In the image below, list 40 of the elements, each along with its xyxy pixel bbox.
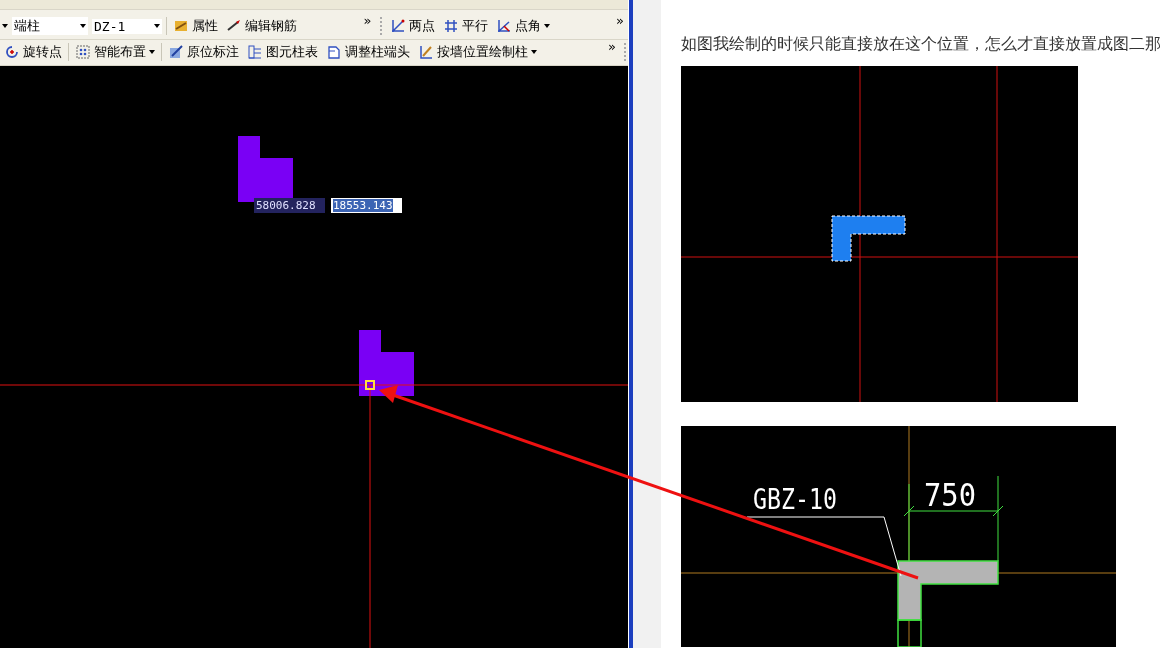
toolbar-button[interactable]: 点角 [493,16,552,37]
rotate-icon [4,44,20,61]
coordinate-field[interactable]: 58006.828 [254,198,325,213]
column-shape [238,136,293,202]
toolbar-button[interactable]: 平行 [440,16,490,37]
toolbar-button[interactable]: 调整柱端头 [324,42,412,63]
toolbar-button[interactable]: 旋转点 [2,42,64,63]
toolbar-button[interactable]: 原位标注 [166,42,241,63]
pen-icon [418,44,434,61]
post-text: 如图我绘制的时候只能直接放在这个位置，怎么才直接放置成图二那 [681,33,1161,55]
caret-icon [2,24,8,29]
angle-icon [495,18,512,35]
caret-icon [154,24,160,29]
overflow-button[interactable]: » [604,39,620,54]
dropdown-field[interactable]: 端柱 [12,17,88,36]
toolbar-button[interactable]: 两点 [387,16,437,37]
line-icon [389,18,406,35]
column-shape [359,330,414,396]
document-icon [326,44,342,61]
grid-icon [75,44,91,61]
grid-icon [442,18,459,35]
column-label: GBZ-10 [753,482,858,516]
caret-icon [543,24,550,29]
overflow-button[interactable]: » [612,13,628,28]
caret-icon [531,50,537,55]
toolbar-button[interactable]: 智能布置 [73,42,157,63]
table-icon [247,44,263,61]
overflow-button[interactable]: » [359,13,376,28]
toolbar-button[interactable]: 编辑钢筋 [224,16,299,37]
coordinate-field[interactable]: 18553.143 [331,198,402,213]
dropdown-field[interactable]: DZ-1 [92,18,162,34]
caret-icon [80,24,86,29]
dimension-value: 750 [924,476,982,514]
caret-icon [149,50,155,55]
column-outline [897,619,922,647]
pen-icon [168,44,184,61]
snap-marker [365,380,375,390]
toolbar-button[interactable]: 按墙位置绘制柱 [416,42,539,63]
toolbar-button[interactable]: 图元柱表 [245,42,320,63]
toolbar-button[interactable]: 属性 [171,16,220,37]
